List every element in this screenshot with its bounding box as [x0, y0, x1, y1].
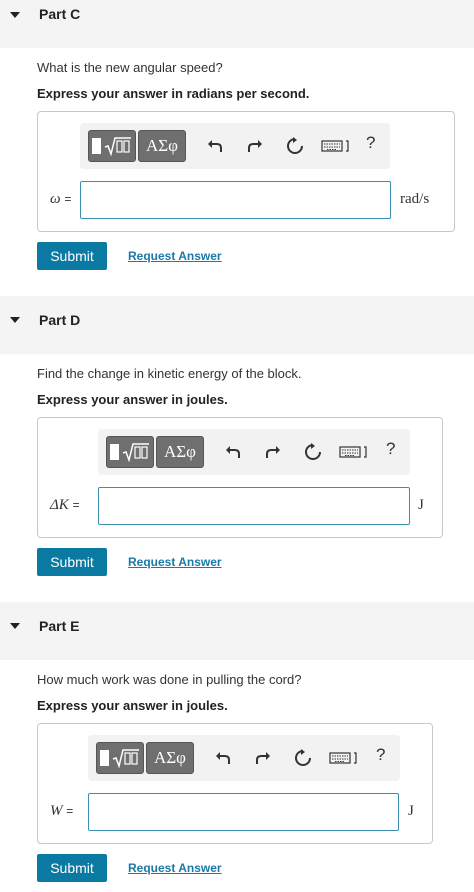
math-toolbar: ΑΣφ ? [80, 123, 390, 169]
variable-symbol: ω [50, 191, 61, 207]
part-d-header[interactable]: Part D [0, 296, 474, 354]
collapse-caret-icon[interactable] [10, 623, 20, 629]
request-answer-link[interactable]: Request Answer [128, 555, 222, 569]
variable-symbol: W [50, 803, 63, 819]
instruction-text: Express your answer in joules. [37, 698, 228, 713]
keyboard-icon[interactable] [320, 135, 352, 157]
unit-label: J [408, 803, 414, 819]
math-toolbar: ΑΣφ ? [98, 429, 410, 475]
math-toolbar: ΑΣφ ? [88, 735, 400, 781]
request-answer-link[interactable]: Request Answer [128, 861, 222, 875]
keyboard-icon[interactable] [328, 747, 360, 769]
keyboard-icon[interactable] [338, 441, 370, 463]
reset-icon[interactable] [284, 135, 306, 157]
answer-input[interactable] [98, 487, 410, 525]
greek-symbols-button[interactable]: ΑΣφ [146, 742, 194, 774]
part-c-header[interactable]: Part C [0, 0, 474, 48]
instruction-text: Express your answer in joules. [37, 392, 228, 407]
redo-icon[interactable] [262, 441, 284, 463]
part-title: Part E [39, 618, 80, 634]
answer-box: ΑΣφ ? W = J [37, 723, 433, 844]
undo-icon[interactable] [212, 747, 234, 769]
part-e-header[interactable]: Part E [0, 602, 474, 660]
redo-icon[interactable] [244, 135, 266, 157]
request-answer-link[interactable]: Request Answer [128, 249, 222, 263]
collapse-caret-icon[interactable] [10, 12, 20, 18]
submit-button[interactable]: Submit [37, 548, 107, 576]
question-text: Find the change in kinetic energy of the… [37, 366, 302, 381]
variable-label: ω = [50, 191, 71, 208]
templates-icon[interactable] [106, 436, 154, 468]
answer-input[interactable] [80, 181, 391, 219]
greek-symbols-button[interactable]: ΑΣφ [156, 436, 204, 468]
undo-icon[interactable] [222, 441, 244, 463]
part-title: Part C [39, 6, 81, 22]
answer-box: ΑΣφ ? ω = rad/s [37, 111, 455, 232]
submit-button[interactable]: Submit [37, 242, 107, 270]
answer-input[interactable] [88, 793, 399, 831]
variable-symbol: ΔK [50, 497, 69, 513]
unit-label: rad/s [400, 191, 430, 207]
greek-symbols-button[interactable]: ΑΣφ [138, 130, 186, 162]
submit-button[interactable]: Submit [37, 854, 107, 882]
equals-sign: = [66, 804, 74, 818]
reset-icon[interactable] [302, 441, 324, 463]
equals-sign: = [72, 498, 80, 512]
help-icon[interactable]: ? [366, 133, 375, 153]
variable-label: ΔK = [50, 497, 80, 514]
question-text: What is the new angular speed? [37, 60, 223, 75]
part-title: Part D [39, 312, 81, 328]
unit-label: J [418, 497, 424, 513]
undo-icon[interactable] [204, 135, 226, 157]
templates-icon[interactable] [96, 742, 144, 774]
question-text: How much work was done in pulling the co… [37, 672, 302, 687]
help-icon[interactable]: ? [386, 439, 395, 459]
templates-icon[interactable] [88, 130, 136, 162]
instruction-text: Express your answer in radians per secon… [37, 86, 310, 101]
help-icon[interactable]: ? [376, 745, 385, 765]
equals-sign: = [64, 192, 72, 206]
redo-icon[interactable] [252, 747, 274, 769]
reset-icon[interactable] [292, 747, 314, 769]
collapse-caret-icon[interactable] [10, 317, 20, 323]
answer-box: ΑΣφ ? ΔK = J [37, 417, 443, 538]
variable-label: W = [50, 803, 73, 820]
